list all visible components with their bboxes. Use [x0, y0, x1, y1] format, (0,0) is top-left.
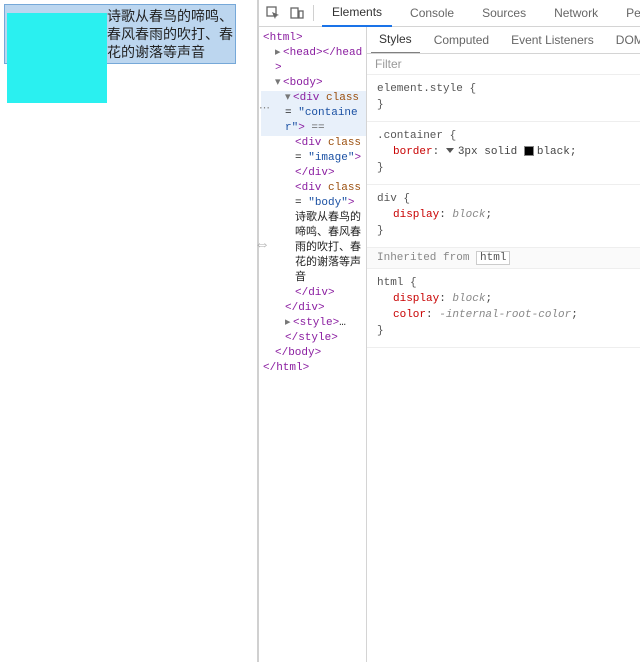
inherited-from-row: Inherited from html: [367, 248, 640, 269]
dom-node-bodydiv[interactable]: <div class= "body">: [261, 181, 366, 211]
styles-tab-computed[interactable]: Computed: [426, 27, 497, 54]
inspect-element-icon[interactable]: [265, 5, 281, 21]
styles-tab-dom[interactable]: DOM: [608, 27, 640, 54]
devtools: Elements Console Sources Network Perfor …: [258, 0, 640, 662]
elements-tree[interactable]: ⋯ <html> ▸<head></head> ▾<body> ▾<div cl…: [259, 27, 367, 662]
tab-elements[interactable]: Elements: [322, 0, 392, 27]
tree-actions-icon[interactable]: ⋯: [259, 102, 271, 117]
dom-node-image[interactable]: <div class= "image">: [261, 136, 366, 166]
rendered-image: [7, 13, 107, 103]
page-viewport: 诗歌从春鸟的啼鸣、春风春雨的吹打、春花的谢落等声音 ⇔: [0, 0, 258, 662]
styles-panel: Styles Computed Event Listeners DOM Filt…: [367, 27, 640, 662]
dom-node-body-close[interactable]: </body>: [261, 346, 366, 361]
tab-console[interactable]: Console: [400, 0, 464, 27]
dom-node-bodydiv-close[interactable]: </div>: [261, 286, 366, 301]
dom-node-head[interactable]: ▸<head></head>: [261, 46, 366, 76]
rule-container[interactable]: .container { border: 3px solid black; }: [367, 122, 640, 185]
devtools-body: ⋯ <html> ▸<head></head> ▾<body> ▾<div cl…: [259, 27, 640, 662]
rule-html[interactable]: html { display: block; color: -internal-…: [367, 269, 640, 348]
dom-node-image-close[interactable]: </div>: [261, 166, 366, 181]
dom-node-container-close[interactable]: </div>: [261, 301, 366, 316]
tab-sources[interactable]: Sources: [472, 0, 536, 27]
dom-node-style-close[interactable]: </style>: [261, 331, 366, 346]
dom-node-container[interactable]: ▾<div class= "container"> ==: [261, 91, 366, 136]
device-toolbar-icon[interactable]: [289, 5, 305, 21]
styles-filter-input[interactable]: Filter: [367, 54, 640, 75]
color-swatch-icon[interactable]: [524, 146, 534, 156]
app-root: 诗歌从春鸟的啼鸣、春风春雨的吹打、春花的谢落等声音 ⇔ Elements Con…: [0, 0, 640, 662]
dom-text-node[interactable]: 诗歌从春鸟的啼鸣、春风春雨的吹打、春花的谢落等声音: [261, 211, 366, 286]
styles-tabbar: Styles Computed Event Listeners DOM: [367, 27, 640, 54]
styles-tab-eventlisteners[interactable]: Event Listeners: [503, 27, 602, 54]
dom-node-html[interactable]: <html>: [261, 31, 366, 46]
devtools-toolbar: Elements Console Sources Network Perfor: [259, 0, 640, 27]
inherited-from-link[interactable]: html: [476, 251, 510, 265]
rule-element-style[interactable]: element.style { }: [367, 75, 640, 122]
selected-marker: ==: [305, 122, 325, 134]
dom-node-html-close[interactable]: </html>: [261, 361, 366, 376]
rule-div[interactable]: div { display: block; }: [367, 185, 640, 248]
dom-node-style[interactable]: ▸<style>…: [261, 316, 366, 331]
shorthand-expand-icon[interactable]: [446, 148, 454, 153]
rendered-container[interactable]: 诗歌从春鸟的啼鸣、春风春雨的吹打、春花的谢落等声音: [4, 4, 236, 64]
tab-performance[interactable]: Perfor: [616, 0, 640, 27]
styles-tab-styles[interactable]: Styles: [371, 27, 420, 54]
dom-node-body[interactable]: ▾<body>: [261, 76, 366, 91]
tab-network[interactable]: Network: [544, 0, 608, 27]
